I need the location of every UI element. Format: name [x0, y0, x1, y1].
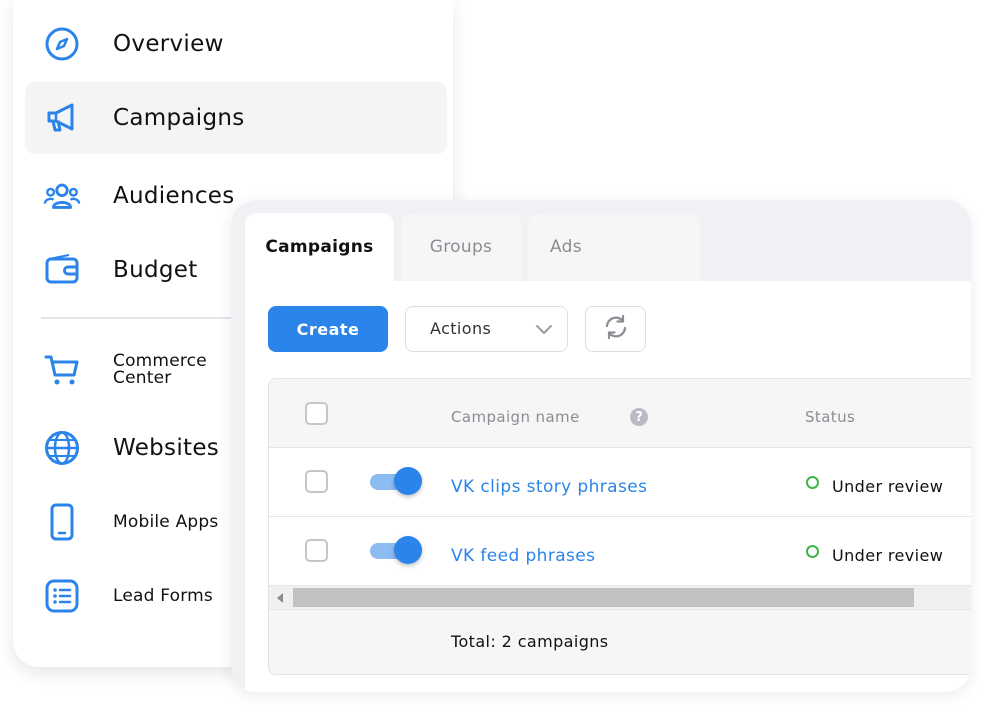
sidebar-item-overview[interactable]: Overview [25, 6, 447, 82]
wallet-icon [43, 251, 81, 289]
table-row: VK feed phrases Under review [269, 517, 971, 586]
megaphone-icon [43, 99, 81, 137]
campaigns-panel: Campaigns Groups Ads Create Actions Camp… [231, 200, 971, 692]
form-list-icon [43, 577, 81, 615]
column-header-campaign-name[interactable]: Campaign name [451, 408, 580, 426]
tab-campaigns[interactable]: Campaigns [245, 213, 394, 281]
toggle-knob [394, 536, 422, 564]
tab-content: Create Actions Campaign name ? Status VK… [245, 281, 971, 692]
column-header-status[interactable]: Status [805, 408, 855, 426]
sidebar-item-label: Overview [113, 31, 224, 57]
campaign-toggle[interactable] [370, 536, 422, 564]
sidebar-item-label: Commerce Center [113, 351, 207, 388]
sidebar-item-campaigns[interactable]: Campaigns [25, 82, 447, 154]
actions-dropdown[interactable]: Actions [405, 306, 568, 352]
sidebar-divider [41, 317, 241, 319]
sidebar-item-label: Budget [113, 257, 198, 283]
refresh-button[interactable] [585, 306, 646, 352]
campaign-toggle[interactable] [370, 467, 422, 495]
total-count: Total: 2 campaigns [451, 632, 609, 651]
scroll-left-icon[interactable] [277, 593, 283, 603]
help-icon[interactable]: ? [630, 408, 648, 426]
sidebar-item-label: Campaigns [113, 105, 245, 131]
table-footer: Total: 2 campaigns [269, 610, 971, 674]
scrollbar-thumb[interactable] [293, 588, 914, 607]
horizontal-scrollbar[interactable] [269, 586, 971, 610]
select-all-checkbox[interactable] [305, 402, 328, 425]
sidebar-item-label: Lead Forms [113, 585, 213, 606]
status-text: Under review [832, 477, 944, 496]
campaign-name-link[interactable]: VK clips story phrases [451, 477, 647, 497]
row-checkbox[interactable] [305, 539, 328, 562]
compass-icon [43, 25, 81, 63]
audience-icon [43, 177, 81, 215]
actions-label: Actions [430, 319, 492, 338]
globe-icon [43, 429, 81, 467]
sidebar-item-label: Audiences [113, 183, 235, 209]
status-indicator-icon [806, 545, 819, 558]
row-checkbox[interactable] [305, 470, 328, 493]
campaigns-table: Campaign name ? Status VK clips story ph… [268, 378, 971, 675]
sidebar-item-label: Mobile Apps [113, 511, 219, 532]
toggle-knob [394, 467, 422, 495]
tab-ads[interactable]: Ads [528, 213, 700, 281]
status-indicator-icon [806, 476, 819, 489]
chevron-down-icon [535, 321, 553, 340]
cart-icon [43, 351, 81, 389]
tab-groups[interactable]: Groups [401, 213, 521, 281]
table-row: VK clips story phrases Under review [269, 448, 971, 517]
refresh-icon [602, 313, 630, 345]
campaign-name-link[interactable]: VK feed phrases [451, 546, 595, 566]
status-text: Under review [832, 546, 944, 565]
table-header: Campaign name ? Status [269, 379, 971, 448]
phone-icon [43, 503, 81, 541]
sidebar-item-label: Websites [113, 435, 220, 461]
create-button[interactable]: Create [268, 306, 388, 352]
